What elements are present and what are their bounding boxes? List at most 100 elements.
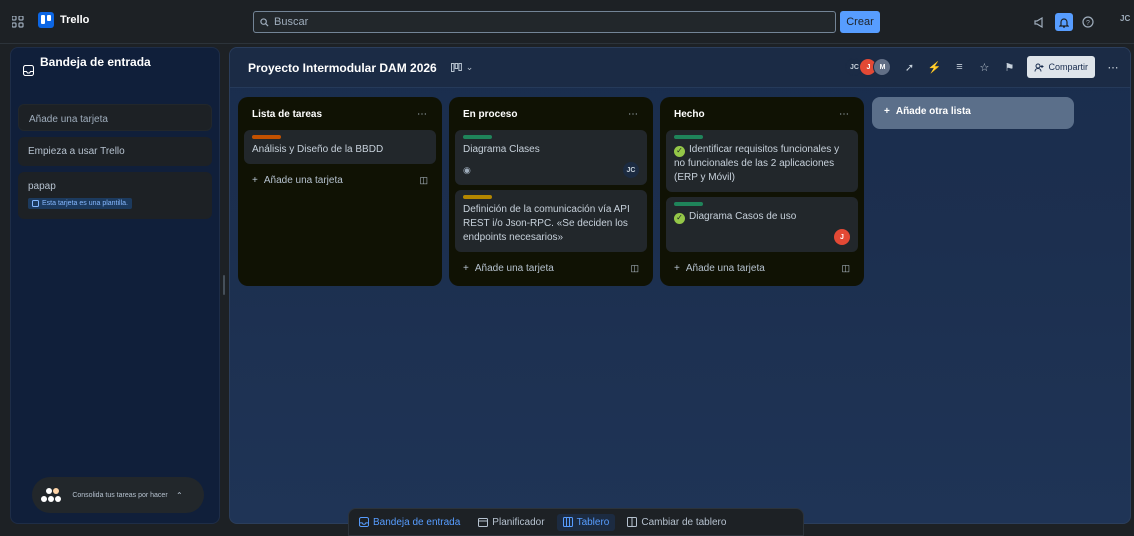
inbox-title: Bandeja de entrada — [40, 55, 151, 69]
card-label[interactable] — [463, 195, 492, 199]
switch-board-icon — [627, 517, 638, 527]
search-icon — [260, 17, 269, 27]
list-title[interactable]: Hecho — [674, 109, 705, 120]
rocket-icon[interactable]: ➚ — [902, 61, 916, 74]
card-title: Diagrama Casos de uso — [689, 211, 797, 222]
list-menu-icon[interactable]: ⋯ — [839, 109, 850, 120]
inbox-icon — [23, 65, 34, 76]
inbox-card[interactable]: Empieza a usar Trello — [18, 137, 212, 166]
consolidate-icon — [40, 486, 64, 504]
bottom-navigation: Bandeja de entrada Planificador Tablero … — [348, 508, 804, 536]
board-title[interactable]: Proyecto Intermodular DAM 2026 — [248, 61, 437, 75]
plus-icon: + — [674, 263, 680, 274]
nav-board[interactable]: Tablero — [556, 513, 616, 531]
board-canvas: Proyecto Intermodular DAM 2026 ⌄ JC J M … — [229, 47, 1131, 524]
app-switcher-icon[interactable] — [12, 16, 24, 28]
add-card-button[interactable]: + Añade una tarjeta ◫ — [244, 164, 436, 190]
card[interactable]: ✓ Identificar requisitos funcionales y no… — [666, 130, 858, 192]
card-member-avatar[interactable]: J — [834, 229, 850, 245]
template-icon — [32, 200, 39, 207]
add-card-label: Añade una tarjeta — [685, 263, 765, 274]
card[interactable]: Análisis y Diseño de la BBDD — [244, 130, 436, 164]
more-options-icon[interactable]: ⋯ — [1106, 61, 1120, 74]
list-title[interactable]: Lista de tareas — [252, 109, 322, 120]
template-badge-text: Esta tarjeta es una plantilla. — [42, 200, 128, 207]
plus-icon: + — [884, 106, 890, 117]
add-person-icon — [1034, 63, 1044, 72]
card-title-row: ✓ Identificar requisitos funcionales y no… — [674, 143, 850, 185]
app-name: Trello — [60, 14, 90, 26]
list-title[interactable]: En proceso — [463, 109, 517, 120]
nav-label: Tablero — [576, 516, 610, 528]
inbox-icon — [359, 517, 369, 527]
inbox-card-title: papap — [28, 181, 56, 192]
add-card-button[interactable]: + Añade una tarjeta ◫ — [455, 252, 647, 278]
complete-check-icon[interactable]: ✓ — [674, 212, 685, 224]
list-header: En proceso ⋯ — [455, 103, 647, 125]
megaphone-icon[interactable] — [1031, 13, 1049, 31]
inbox-add-card-input[interactable]: Añade una tarjeta — [18, 104, 212, 131]
list-column[interactable]: Hecho ⋯ ✓ Identificar requisitos funciona… — [660, 97, 864, 286]
lock-icon[interactable]: ⚑ — [1002, 61, 1016, 74]
card-badges: ◉ JC — [463, 162, 639, 178]
calendar-icon — [478, 518, 489, 527]
star-icon[interactable]: ☆ — [977, 61, 991, 74]
board-header: Proyecto Intermodular DAM 2026 ⌄ JC J M … — [230, 48, 1130, 88]
board-view-switcher[interactable]: ⌄ — [450, 62, 474, 73]
card-label[interactable] — [674, 202, 703, 206]
card-label[interactable] — [463, 135, 492, 139]
board-lists: Lista de tareas ⋯ Análisis y Diseño de l… — [238, 97, 864, 286]
user-avatar[interactable]: JC — [1120, 14, 1130, 23]
notifications-bell-icon[interactable] — [1055, 13, 1073, 31]
card-title: Identificar requisitos funcionales y no … — [674, 144, 840, 183]
list-column[interactable]: En proceso ⋯ Diagrama Clases ◉ JC Defini… — [449, 97, 653, 286]
filter-icon[interactable]: ≡ — [952, 61, 966, 73]
complete-check-icon[interactable]: ✓ — [674, 145, 685, 157]
inbox-panel: Bandeja de entrada Añade una tarjeta Emp… — [10, 47, 220, 524]
top-bar: Trello Crear ? JC — [0, 0, 1134, 44]
nav-switch-board[interactable]: Cambiar de tablero — [621, 514, 732, 531]
list-header: Hecho ⋯ — [666, 103, 858, 125]
create-button[interactable]: Crear — [840, 11, 880, 33]
board-members[interactable]: JC J M — [845, 58, 892, 76]
share-button[interactable]: Compartir — [1027, 56, 1095, 78]
chevron-down-icon: ⌄ — [465, 62, 474, 72]
card[interactable]: ✓ Diagrama Casos de uso J — [666, 197, 858, 252]
trello-logo[interactable]: Trello — [38, 12, 89, 28]
card-title-row: ✓ Diagrama Casos de uso — [674, 210, 850, 224]
help-icon[interactable]: ? — [1079, 13, 1097, 31]
chevron-up-icon[interactable]: ⌃ — [176, 491, 183, 500]
add-card-button[interactable]: + Añade una tarjeta ◫ — [666, 252, 858, 278]
share-label: Compartir — [1048, 62, 1088, 72]
consolidate-tasks-banner[interactable]: Consolida tus tareas por hacer ⌃ — [32, 477, 204, 513]
template-badge: Esta tarjeta es una plantilla. — [28, 198, 132, 209]
automation-bolt-icon[interactable]: ⚡ — [927, 61, 942, 74]
card-member-avatar[interactable]: JC — [623, 162, 639, 178]
svg-text:?: ? — [1086, 20, 1090, 27]
card-title: Diagrama Clases — [463, 144, 540, 155]
inbox-card[interactable]: papap Esta tarjeta es una plantilla. — [18, 172, 212, 219]
nav-inbox[interactable]: Bandeja de entrada — [353, 514, 466, 531]
card-template-icon[interactable]: ◫ — [630, 263, 639, 274]
card-template-icon[interactable]: ◫ — [841, 263, 850, 274]
panel-resize-handle[interactable] — [223, 275, 225, 295]
search-input[interactable] — [274, 16, 814, 28]
list-menu-icon[interactable]: ⋯ — [628, 109, 639, 120]
nav-label: Bandeja de entrada — [373, 516, 461, 528]
add-card-label: Añade una tarjeta — [263, 175, 343, 186]
member-avatar[interactable]: M — [873, 58, 892, 76]
nav-planner[interactable]: Planificador — [472, 514, 550, 531]
add-list-label: Añade otra lista — [895, 106, 971, 117]
trello-logo-icon — [38, 12, 54, 28]
add-card-label: Añade una tarjeta — [474, 263, 554, 274]
card[interactable]: Diagrama Clases ◉ JC — [455, 130, 647, 185]
card[interactable]: Definición de la comunicación vía API RE… — [455, 190, 647, 252]
search-box[interactable] — [253, 11, 836, 33]
card-label[interactable] — [252, 135, 281, 139]
card-label[interactable] — [674, 135, 703, 139]
add-list-button[interactable]: + Añade otra lista — [872, 97, 1074, 129]
card-template-icon[interactable]: ◫ — [419, 175, 428, 186]
card-title: Análisis y Diseño de la BBDD — [252, 144, 384, 155]
list-menu-icon[interactable]: ⋯ — [417, 109, 428, 120]
list-column[interactable]: Lista de tareas ⋯ Análisis y Diseño de l… — [238, 97, 442, 286]
